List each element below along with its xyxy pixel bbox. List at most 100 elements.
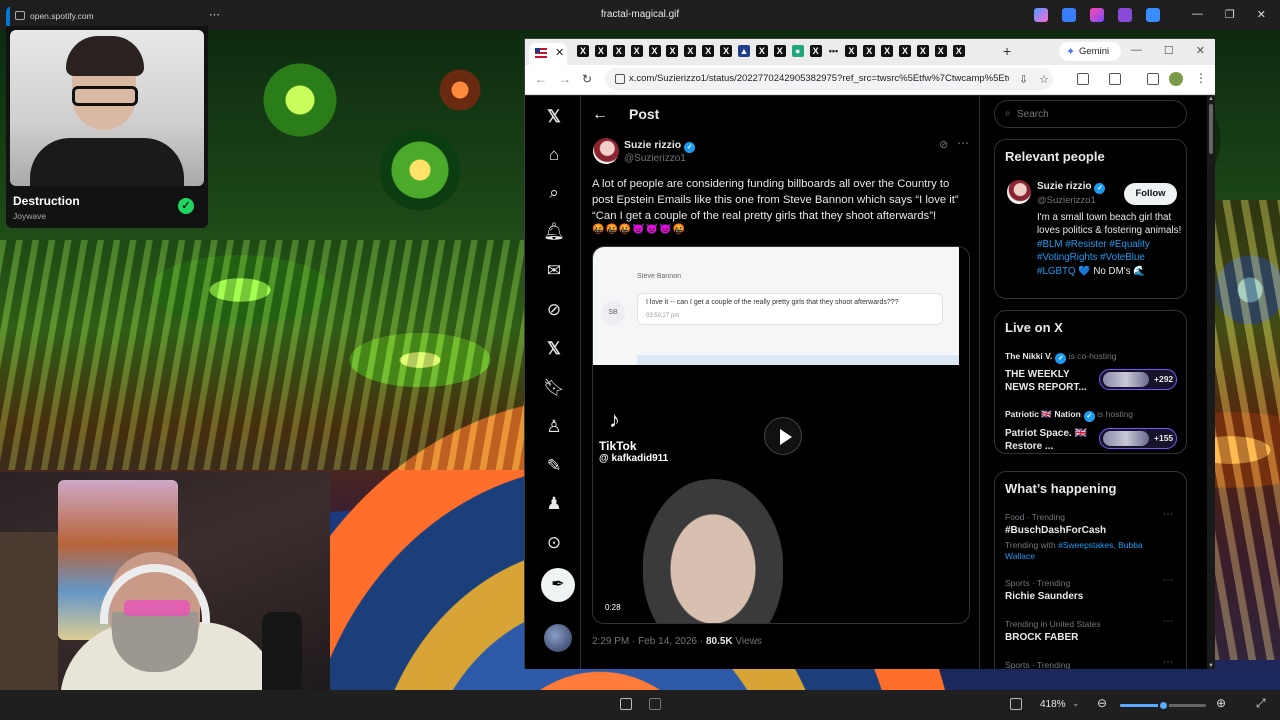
zoom-in-icon[interactable]: ⊕ xyxy=(1216,696,1226,710)
bookmarks-icon[interactable]: 🔖︎ xyxy=(543,377,565,399)
grok-explain-icon[interactable]: ⊘ xyxy=(939,138,948,151)
zoom-slider[interactable] xyxy=(1120,700,1206,711)
profile-avatar[interactable] xyxy=(1169,72,1183,86)
x-tab-icon[interactable]: X xyxy=(881,45,894,57)
x-tab-icon[interactable]: X xyxy=(899,45,912,57)
zoom-slider-thumb[interactable] xyxy=(1158,700,1169,711)
trend-name[interactable]: BROCK FABER xyxy=(1005,632,1078,643)
tab-close-icon[interactable]: ✕ xyxy=(555,46,564,59)
reload-icon[interactable]: ↻ xyxy=(582,72,592,86)
post-more-icon[interactable]: ⋯ xyxy=(957,136,969,150)
author-handle[interactable]: @Suzierizzo1 xyxy=(624,153,686,164)
saved-check-icon[interactable]: ✓ xyxy=(178,198,194,214)
track-title[interactable]: Destruction xyxy=(13,194,80,208)
zoom-dropdown-icon[interactable]: ⌄ xyxy=(1072,698,1080,709)
trend-more-icon[interactable]: ⋯ xyxy=(1163,657,1173,668)
edit-icon[interactable] xyxy=(1062,8,1076,22)
relevant-person-name[interactable]: Suzie rizzio xyxy=(1037,181,1091,192)
x-tab-icon[interactable]: X xyxy=(684,45,697,57)
zoom-out-icon[interactable]: ⊖ xyxy=(1097,696,1107,710)
fit-to-window-icon[interactable] xyxy=(1010,698,1022,710)
minimize-icon[interactable]: — xyxy=(1131,44,1142,57)
live-host-row[interactable]: The Nikki V. ✓ is co-hosting xyxy=(1005,351,1117,364)
author-name[interactable]: Suzie rizzio xyxy=(624,139,681,151)
more-icon[interactable]: ⋯ xyxy=(209,8,220,21)
gemini-button[interactable]: ✦ Gemini xyxy=(1059,42,1121,61)
designer-icon[interactable] xyxy=(1090,8,1104,22)
page-scrollbar[interactable]: ▲ ▼ xyxy=(1207,96,1215,669)
browser-menu-icon[interactable]: ⋮ xyxy=(1195,71,1207,85)
bookmark-star-icon[interactable]: ☆ xyxy=(1039,73,1049,86)
x-tab-icon[interactable]: X xyxy=(648,45,661,57)
x-tab-icon[interactable]: X xyxy=(952,45,965,57)
relevant-person-name-row[interactable]: Suzie rizzio ✓ xyxy=(1037,181,1106,194)
x-tab-icon[interactable]: X xyxy=(577,45,589,57)
copilot-icon[interactable] xyxy=(1034,8,1048,22)
install-app-icon[interactable]: ⇩ xyxy=(1019,73,1028,86)
onedrive-icon[interactable] xyxy=(1146,8,1160,22)
articles-icon[interactable]: ✎ xyxy=(543,455,565,477)
x-logo-icon[interactable]: 𝕏 xyxy=(543,106,565,128)
x-tab-icon[interactable]: X xyxy=(934,45,947,57)
x-tab-icon[interactable]: X xyxy=(755,45,768,57)
scroll-thumb[interactable] xyxy=(1209,104,1213,154)
x-tab-icon[interactable]: X xyxy=(666,45,679,57)
minimize-icon[interactable]: — xyxy=(1192,8,1203,21)
back-icon[interactable]: ← xyxy=(535,72,547,86)
author-avatar[interactable] xyxy=(593,138,619,164)
x-tab-icon[interactable]: X xyxy=(773,45,786,57)
post-video[interactable]: Steve Bannon SB I love it -- can I get a… xyxy=(592,246,970,624)
text-select-icon[interactable] xyxy=(649,698,661,710)
zoom-level[interactable]: 418% xyxy=(1040,699,1066,710)
live-space-title[interactable]: THE WEEKLY NEWS REPORT... xyxy=(1005,368,1101,394)
maximize-icon[interactable]: ❐ xyxy=(1225,8,1235,21)
relevant-person-avatar[interactable] xyxy=(1007,180,1031,204)
reading-list-icon[interactable] xyxy=(1147,73,1159,85)
jobs-icon[interactable]: ♙ xyxy=(543,416,565,438)
messages-mail-icon[interactable]: ✉ xyxy=(543,260,565,282)
close-icon[interactable]: ✕ xyxy=(1257,8,1266,21)
forward-icon[interactable]: → xyxy=(559,72,571,86)
trend-name[interactable]: #BuschDashForCash xyxy=(1005,525,1106,536)
x-tab-icon[interactable]: X xyxy=(702,45,715,57)
address-bar[interactable]: x.com/Suzierizzo1/status/202277024290538… xyxy=(605,68,1053,90)
x-tab-icon[interactable]: X xyxy=(809,45,822,57)
trend-name[interactable]: Richie Saunders xyxy=(1005,591,1083,602)
x-tab-icon[interactable]: X xyxy=(845,45,858,57)
site-settings-icon[interactable] xyxy=(15,11,25,20)
account-avatar[interactable] xyxy=(544,624,572,652)
live-listeners-pill[interactable]: +155 xyxy=(1099,428,1177,449)
site-info-icon[interactable] xyxy=(615,74,625,84)
explore-search-icon[interactable]: ⌕ xyxy=(543,182,565,204)
back-arrow-icon[interactable]: ← xyxy=(592,106,608,124)
profile-icon[interactable]: ♟ xyxy=(543,493,565,515)
track-artist[interactable]: Joywave xyxy=(13,211,46,221)
live-host-row[interactable]: Patriotic 🇬🇧 Nation ✓ is hosting xyxy=(1005,409,1133,422)
notifications-bell-icon[interactable]: 🔔︎ xyxy=(543,221,565,243)
scroll-down-icon[interactable]: ▼ xyxy=(1208,663,1214,669)
close-icon[interactable]: ✕ xyxy=(1196,44,1205,57)
x-tab-icon[interactable]: X xyxy=(612,45,625,57)
maximize-icon[interactable]: ☐ xyxy=(1164,44,1174,57)
x-tab-icon[interactable]: X xyxy=(594,45,607,57)
post-timestamp[interactable]: 2:29 PM · Feb 14, 2026 · xyxy=(592,636,706,647)
trend-more-icon[interactable]: ⋯ xyxy=(1163,575,1173,586)
news-tab-icon[interactable]: ▲ xyxy=(738,45,751,57)
x-tab-icon[interactable]: X xyxy=(630,45,643,57)
split-screen-icon[interactable] xyxy=(1109,73,1121,85)
extensions-icon[interactable] xyxy=(1077,73,1089,85)
more-circle-icon[interactable]: ⊙ xyxy=(543,532,565,554)
tab-active[interactable]: ✕ xyxy=(529,43,567,65)
live-listeners-pill[interactable]: +292 xyxy=(1099,369,1177,390)
home-icon[interactable]: ⌂ xyxy=(543,144,565,166)
clipchamp-icon[interactable] xyxy=(1118,8,1132,22)
author-name-row[interactable]: Suzie rizzio ✓ xyxy=(624,139,696,153)
url-text[interactable]: x.com/Suzierizzo1/status/202277024290538… xyxy=(629,73,1009,84)
live-space-title[interactable]: Patriot Space. 🇬🇧 Restore ... xyxy=(1005,427,1101,453)
relevant-person-handle[interactable]: @Suzierizzo1 xyxy=(1037,195,1096,206)
scroll-up-icon[interactable]: ▲ xyxy=(1208,96,1214,102)
trend-more-icon[interactable]: ⋯ xyxy=(1163,616,1173,627)
compose-post-button[interactable]: ✒ xyxy=(541,568,575,602)
new-tab-icon[interactable]: + xyxy=(1003,43,1011,59)
select-region-icon[interactable] xyxy=(620,698,632,710)
